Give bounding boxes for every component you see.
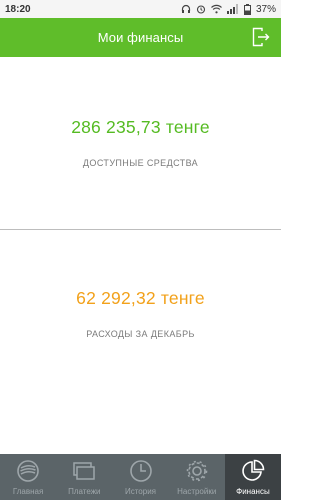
available-funds-panel[interactable]: 286 235,73 тенге ДОСТУПНЫЕ СРЕДСТВА [0, 57, 281, 229]
nav-label-settings: Настройки [177, 487, 217, 496]
nav-item-payments[interactable]: Платежи [56, 454, 112, 500]
expenses-amount: 62 292,32 тенге [76, 288, 205, 308]
nav-label-history: История [124, 487, 157, 496]
clock-icon [129, 460, 152, 482]
expenses-caption: РАСХОДЫ ЗА ДЕКАБРЬ [86, 329, 195, 339]
exit-button[interactable] [250, 26, 272, 48]
battery-icon [243, 3, 251, 15]
gear-icon [186, 460, 208, 482]
available-amount: 286 235,73 тенге [71, 117, 210, 137]
nav-item-home[interactable]: Главная [0, 454, 56, 500]
bank-logo-icon [17, 460, 39, 482]
status-icons: 37% [181, 3, 276, 15]
wifi-icon [211, 4, 222, 14]
page-title: Мои финансы [97, 30, 184, 45]
nav-item-settings[interactable]: Настройки [169, 454, 225, 500]
expenses-panel[interactable]: 62 292,32 тенге РАСХОДЫ ЗА ДЕКАБРЬ [0, 230, 281, 454]
bottom-nav: Главная Платежи История Настройки Финанс… [0, 454, 282, 500]
nav-label-payments: Платежи [68, 487, 101, 496]
alarm-icon [196, 5, 206, 14]
exit-icon [252, 27, 270, 47]
nav-label-finances: Финансы [236, 487, 270, 496]
app-header: Мои финансы [0, 18, 281, 57]
nav-item-history[interactable]: История [112, 454, 168, 500]
available-caption: ДОСТУПНЫЕ СРЕДСТВА [82, 158, 199, 168]
nav-item-finances[interactable]: Финансы [224, 454, 282, 500]
payments-icon [73, 462, 96, 480]
status-time: 18:20 [5, 3, 31, 15]
status-bar: 18:20 37% [0, 0, 281, 18]
nav-label-home: Главная [12, 487, 44, 496]
signal-icon [226, 4, 238, 14]
battery-percent: 37% [255, 3, 276, 15]
pie-chart-icon [242, 459, 265, 481]
headphones-icon [181, 4, 191, 13]
